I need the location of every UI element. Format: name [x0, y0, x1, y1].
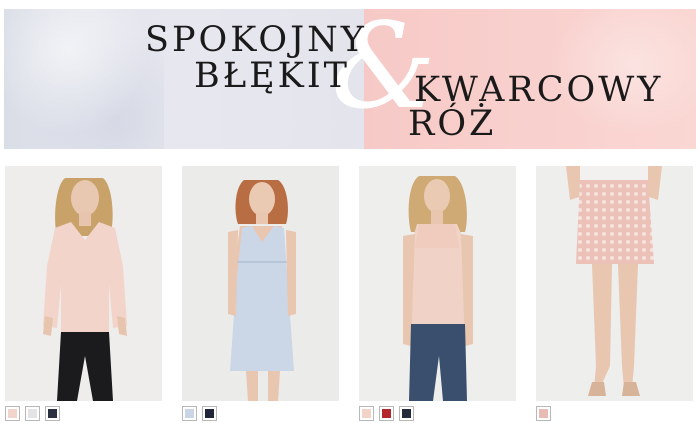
color-swatches	[182, 406, 217, 421]
product-photo-dress[interactable]	[182, 166, 339, 401]
banner-title-line2: BŁĘKIT	[194, 56, 351, 96]
color-swatches	[359, 406, 414, 421]
hero-banner[interactable]: & SPOKOJNY BŁĘKIT KWARCOWY RÓŻ	[4, 9, 696, 149]
color-swatch[interactable]	[399, 406, 414, 421]
color-swatch[interactable]	[5, 406, 20, 421]
product-photo-top[interactable]	[359, 166, 516, 401]
color-swatch[interactable]	[25, 406, 40, 421]
color-swatch[interactable]	[536, 406, 551, 421]
product-card-skirt[interactable]	[536, 166, 693, 423]
color-swatches	[5, 406, 60, 421]
color-swatch[interactable]	[379, 406, 394, 421]
banner-title-line1: SPOKOJNY	[145, 20, 367, 60]
product-photo-skirt[interactable]	[536, 166, 693, 401]
color-swatch[interactable]	[45, 406, 60, 421]
color-swatch[interactable]	[182, 406, 197, 421]
product-card-top[interactable]	[359, 166, 516, 423]
banner-title-line4: RÓŻ	[408, 104, 497, 144]
color-swatch[interactable]	[359, 406, 374, 421]
product-card-dress[interactable]	[182, 166, 339, 423]
product-grid	[0, 166, 700, 423]
color-swatch[interactable]	[202, 406, 217, 421]
product-card-blouse[interactable]	[5, 166, 162, 423]
banner-title-line3: KWARCOWY	[414, 70, 664, 110]
product-photo-blouse[interactable]	[5, 166, 162, 401]
color-swatches	[536, 406, 551, 421]
